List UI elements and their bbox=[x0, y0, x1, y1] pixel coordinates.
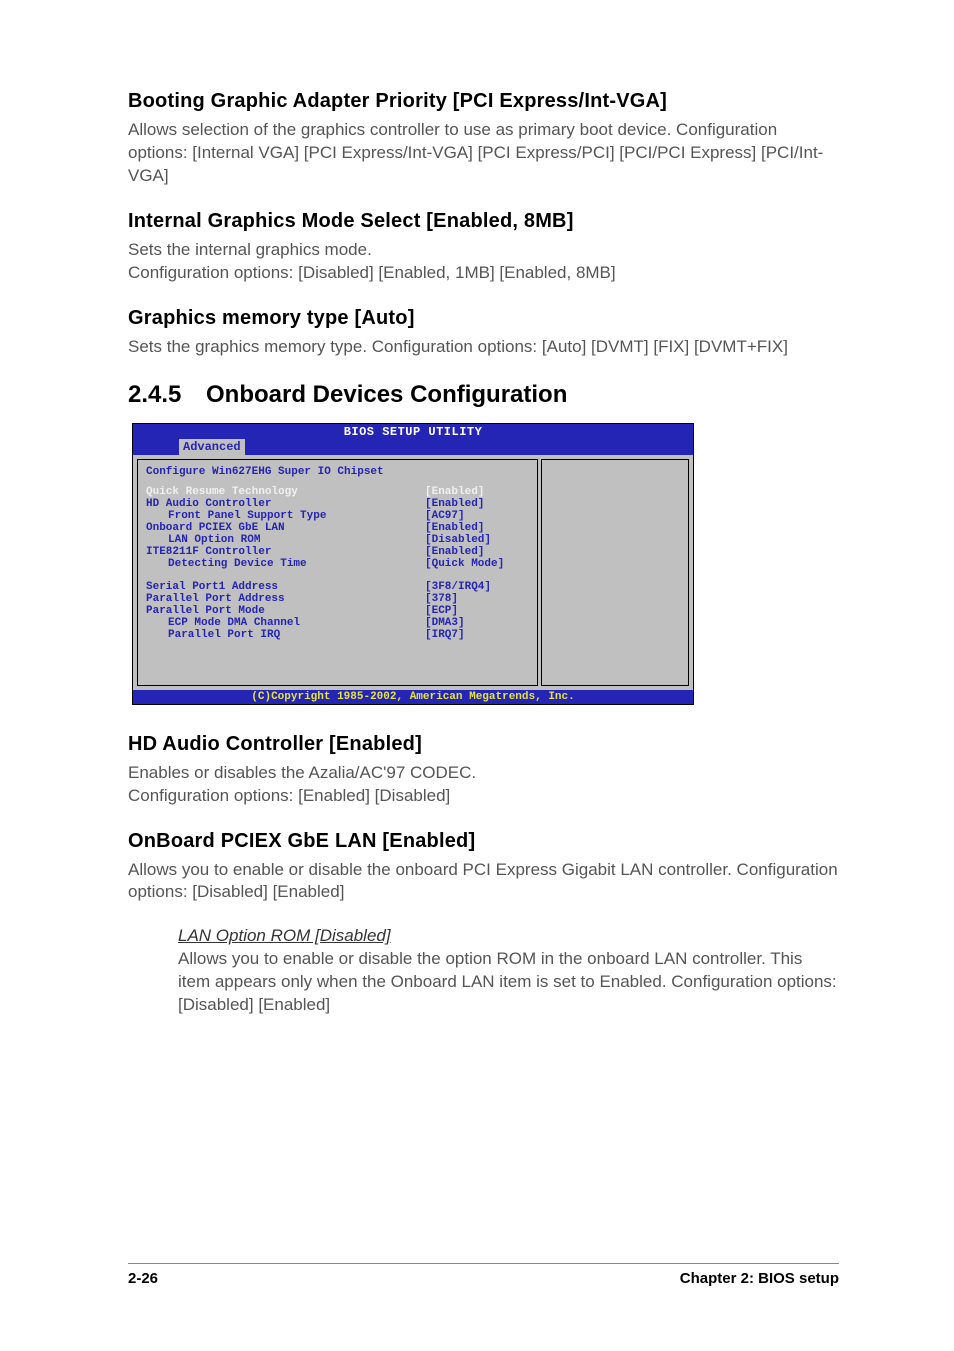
section-heading-onboard-pciex: OnBoard PCIEX GbE LAN [Enabled] bbox=[128, 830, 839, 853]
bios-right-pane bbox=[541, 459, 689, 686]
section-body-internal-graphics: Sets the internal graphics mode. Configu… bbox=[128, 239, 839, 285]
bios-setting-row[interactable]: Parallel Port IRQ[IRQ7] bbox=[146, 629, 529, 641]
bios-setup-utility: BIOS SETUP UTILITY Advanced Configure Wi… bbox=[132, 423, 694, 705]
bios-setting-row[interactable]: Quick Resume Technology[Enabled] bbox=[146, 486, 529, 498]
bios-setting-row[interactable]: Parallel Port Address[378] bbox=[146, 593, 529, 605]
bios-setting-label: Serial Port1 Address bbox=[146, 581, 425, 593]
section-body-boot-adapter: Allows selection of the graphics control… bbox=[128, 119, 839, 188]
bios-setting-row[interactable]: ECP Mode DMA Channel[DMA3] bbox=[146, 617, 529, 629]
bios-setting-label: Quick Resume Technology bbox=[146, 486, 425, 498]
bios-setting-label: Onboard PCIEX GbE LAN bbox=[146, 522, 425, 534]
bios-setting-label: Parallel Port Address bbox=[146, 593, 425, 605]
bios-setting-value: [Enabled] bbox=[425, 498, 529, 510]
bios-setting-row[interactable]: Serial Port1 Address[3F8/IRQ4] bbox=[146, 581, 529, 593]
bios-setting-label: Detecting Device Time bbox=[146, 558, 425, 570]
bios-setting-label: ITE8211F Controller bbox=[146, 546, 425, 558]
bios-setting-value: [3F8/IRQ4] bbox=[425, 581, 529, 593]
bios-setting-label: Front Panel Support Type bbox=[146, 510, 425, 522]
sub-item-title-lan-option-rom: LAN Option ROM [Disabled] bbox=[178, 926, 839, 946]
bios-setting-value: [IRQ7] bbox=[425, 629, 529, 641]
bios-setting-value: [Enabled] bbox=[425, 522, 529, 534]
bios-tab-advanced[interactable]: Advanced bbox=[179, 439, 245, 455]
section-heading-onboard-devices: 2.4.5Onboard Devices Configuration bbox=[128, 381, 839, 409]
section-number: 2.4.5 bbox=[128, 381, 206, 409]
section-heading-graphics-memory: Graphics memory type [Auto] bbox=[128, 307, 839, 330]
bios-setting-label: ECP Mode DMA Channel bbox=[146, 617, 425, 629]
bios-setting-value: [Quick Mode] bbox=[425, 558, 529, 570]
bios-setting-value: [Enabled] bbox=[425, 546, 529, 558]
page-number: 2-26 bbox=[128, 1270, 158, 1287]
section-body-graphics-memory: Sets the graphics memory type. Configura… bbox=[128, 336, 839, 359]
bios-setting-value: [Disabled] bbox=[425, 534, 529, 546]
bios-tab-row: Advanced bbox=[133, 439, 693, 455]
bios-setting-row[interactable]: Front Panel Support Type[AC97] bbox=[146, 510, 529, 522]
bios-setting-value: [378] bbox=[425, 593, 529, 605]
section-heading-boot-adapter: Booting Graphic Adapter Priority [PCI Ex… bbox=[128, 90, 839, 113]
chapter-label: Chapter 2: BIOS setup bbox=[680, 1270, 839, 1287]
bios-setting-value: [ECP] bbox=[425, 605, 529, 617]
bios-setting-label: Parallel Port IRQ bbox=[146, 629, 425, 641]
sub-item-body-lan-option-rom: Allows you to enable or disable the opti… bbox=[178, 948, 839, 1017]
bios-title-bar: BIOS SETUP UTILITY bbox=[133, 424, 693, 439]
section-body-onboard-pciex: Allows you to enable or disable the onbo… bbox=[128, 859, 839, 905]
section-title: Onboard Devices Configuration bbox=[206, 381, 567, 408]
page-footer: 2-26 Chapter 2: BIOS setup bbox=[128, 1263, 839, 1287]
bios-setting-row[interactable]: HD Audio Controller[Enabled] bbox=[146, 498, 529, 510]
bios-setting-row[interactable]: Detecting Device Time[Quick Mode] bbox=[146, 558, 529, 570]
bios-setting-row[interactable]: LAN Option ROM[Disabled] bbox=[146, 534, 529, 546]
bios-setting-label: Parallel Port Mode bbox=[146, 605, 425, 617]
bios-setting-value: [DMA3] bbox=[425, 617, 529, 629]
bios-setting-value: [Enabled] bbox=[425, 486, 529, 498]
section-heading-hd-audio: HD Audio Controller [Enabled] bbox=[128, 733, 839, 756]
bios-setting-row[interactable]: Parallel Port Mode[ECP] bbox=[146, 605, 529, 617]
bios-setting-label: LAN Option ROM bbox=[146, 534, 425, 546]
section-body-hd-audio: Enables or disables the Azalia/AC'97 COD… bbox=[128, 762, 839, 808]
section-heading-internal-graphics: Internal Graphics Mode Select [Enabled, … bbox=[128, 210, 839, 233]
bios-setting-label: HD Audio Controller bbox=[146, 498, 425, 510]
bios-footer: (C)Copyright 1985-2002, American Megatre… bbox=[133, 690, 693, 704]
bios-left-pane: Configure Win627EHG Super IO Chipset Qui… bbox=[137, 459, 538, 686]
bios-pane-heading: Configure Win627EHG Super IO Chipset bbox=[146, 466, 529, 478]
bios-setting-row[interactable]: Onboard PCIEX GbE LAN[Enabled] bbox=[146, 522, 529, 534]
bios-setting-row[interactable]: ITE8211F Controller[Enabled] bbox=[146, 546, 529, 558]
bios-setting-value: [AC97] bbox=[425, 510, 529, 522]
